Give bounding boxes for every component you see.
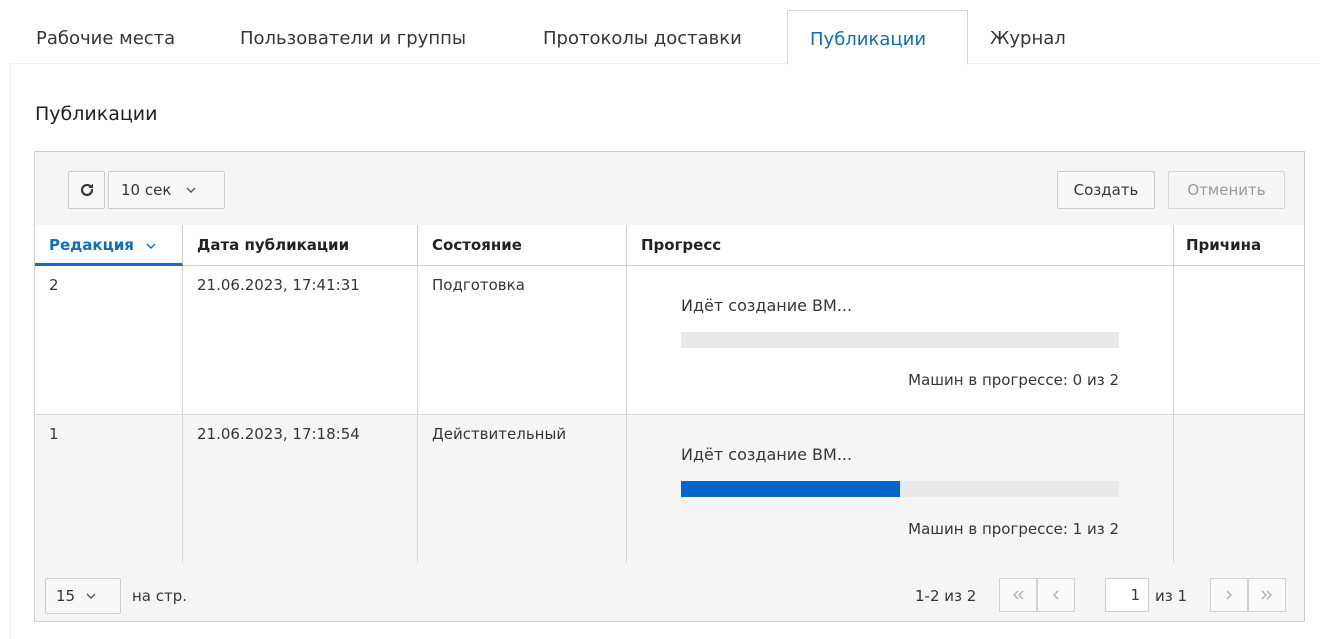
tab-journal[interactable]: Журнал — [968, 0, 1088, 64]
table-header: Редакция Дата публикации Состояние Прогр… — [35, 225, 1304, 266]
column-header-edition[interactable]: Редакция — [35, 225, 183, 266]
pagination-bar: 15 на стр. 1-2 из 2 1 из 1 — [35, 563, 1304, 621]
cell-reason — [1174, 415, 1304, 563]
column-header-date[interactable]: Дата публикации — [183, 225, 418, 265]
cell-progress: Идёт создание ВМ... Машин в прогрессе: 1… — [627, 415, 1174, 563]
cancel-button[interactable]: Отменить — [1168, 171, 1285, 209]
range-text: 1-2 из 2 — [915, 587, 977, 605]
tab-publications[interactable]: Публикации — [787, 10, 968, 65]
refresh-interval-select[interactable]: 10 сек — [108, 171, 225, 209]
tab-bar: Рабочие места Пользователи и группы Прот… — [0, 0, 1320, 65]
cell-edition: 1 — [35, 415, 183, 563]
cell-date: 21.06.2023, 17:41:31 — [183, 266, 418, 414]
first-page-button[interactable] — [999, 578, 1037, 612]
cell-state: Подготовка — [418, 266, 627, 414]
double-chevron-right-icon — [1261, 590, 1272, 600]
chevron-right-icon — [1226, 590, 1232, 600]
progress-bar — [681, 332, 1119, 348]
page-total: из 1 — [1155, 587, 1188, 605]
cell-edition: 2 — [35, 266, 183, 414]
progress-count: Машин в прогрессе: 0 из 2 — [908, 371, 1119, 389]
progress-title: Идёт создание ВМ... — [681, 445, 853, 464]
page-title: Публикации — [35, 103, 158, 125]
column-header-progress[interactable]: Прогресс — [627, 225, 1174, 265]
cell-reason — [1174, 266, 1304, 414]
page-number-input[interactable]: 1 — [1105, 578, 1149, 612]
chevron-down-icon — [86, 593, 96, 599]
create-button[interactable]: Создать — [1057, 171, 1155, 209]
per-page-select[interactable]: 15 — [45, 578, 121, 614]
tab-delivery-protocols[interactable]: Протоколы доставки — [521, 0, 764, 64]
column-header-reason[interactable]: Причина — [1174, 225, 1304, 265]
table-row[interactable]: 2 21.06.2023, 17:41:31 Подготовка Идёт с… — [35, 266, 1304, 415]
progress-title: Идёт создание ВМ... — [681, 296, 853, 315]
tab-users-groups[interactable]: Пользователи и группы — [218, 0, 488, 64]
publications-panel: 10 сек Создать Отменить Редакция Дата пу… — [34, 151, 1305, 622]
double-chevron-left-icon — [1013, 590, 1024, 600]
chevron-down-icon — [186, 187, 196, 193]
column-header-label: Редакция — [49, 236, 134, 254]
last-page-button[interactable] — [1248, 578, 1286, 612]
toolbar: 10 сек Создать Отменить — [35, 152, 1304, 226]
chevron-left-icon — [1053, 590, 1059, 600]
cell-date: 21.06.2023, 17:18:54 — [183, 415, 418, 563]
progress-bar-fill — [681, 481, 900, 497]
prev-page-button[interactable] — [1037, 578, 1075, 612]
cell-progress: Идёт создание ВМ... Машин в прогрессе: 0… — [627, 266, 1174, 414]
table-row[interactable]: 1 21.06.2023, 17:18:54 Действительный Ид… — [35, 415, 1304, 564]
progress-bar — [681, 481, 1119, 497]
refresh-icon — [80, 183, 93, 197]
content-left-border — [10, 64, 11, 639]
refresh-button[interactable] — [68, 171, 105, 209]
tabs-divider — [10, 63, 1320, 64]
sort-desc-icon — [146, 243, 156, 249]
tab-workplaces[interactable]: Рабочие места — [14, 0, 197, 64]
column-header-state[interactable]: Состояние — [418, 225, 627, 265]
next-page-button[interactable] — [1210, 578, 1248, 612]
per-page-value: 15 — [56, 587, 76, 605]
per-page-label: на стр. — [132, 587, 188, 605]
refresh-interval-value: 10 сек — [121, 181, 172, 199]
cell-state: Действительный — [418, 415, 627, 563]
progress-count: Машин в прогрессе: 1 из 2 — [908, 520, 1119, 538]
